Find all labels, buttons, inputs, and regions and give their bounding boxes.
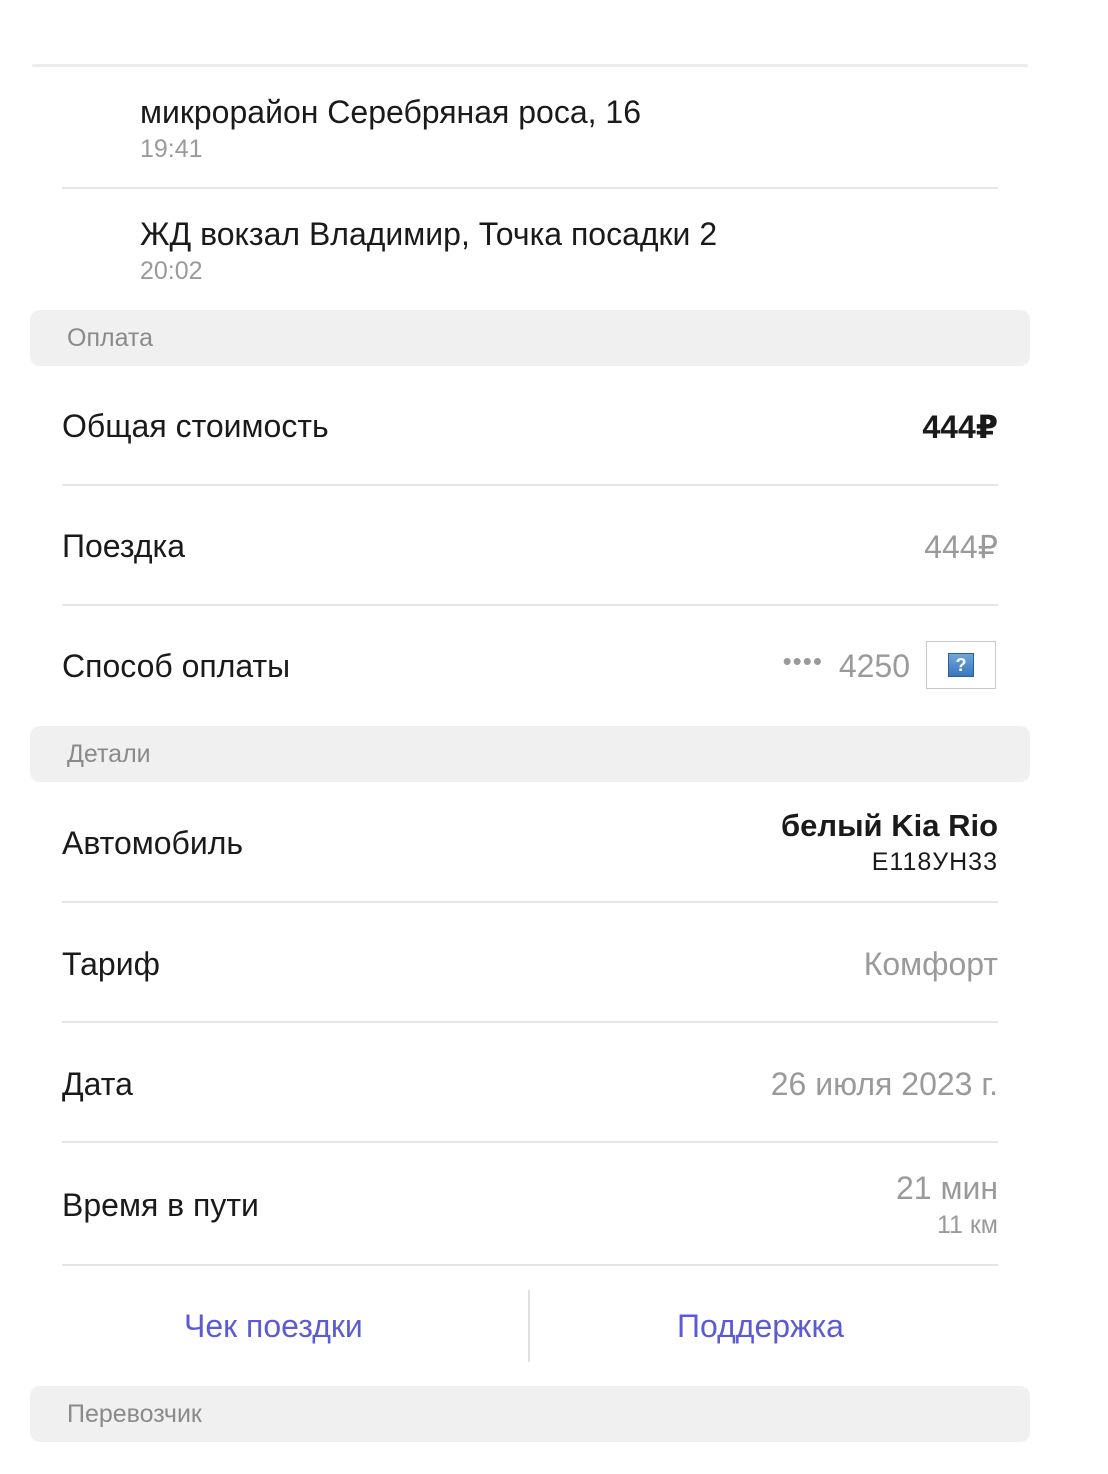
tariff-value: Комфорт <box>863 946 998 982</box>
carrier-section-header: Перевозчик <box>30 1386 1030 1442</box>
row-divider <box>62 604 998 606</box>
payment-method-label: Способ оплаты <box>62 648 291 684</box>
carrier-section-title: Перевозчик <box>67 1400 202 1428</box>
travel-distance: 11 км <box>936 1211 998 1239</box>
travel-time-label: Время в пути <box>62 1187 259 1223</box>
date-label: Дата <box>62 1066 133 1102</box>
travel-duration: 21 мин <box>895 1170 998 1206</box>
support-link[interactable]: Поддержка <box>677 1308 844 1345</box>
car-name: белый Kia Rio <box>780 808 998 843</box>
dropoff-time: 20:02 <box>140 257 203 285</box>
top-divider <box>32 64 1028 67</box>
route-stop-pickup: микрорайон Серебряная роса, 16 19:41 <box>140 94 641 164</box>
car-plate: Е118УН33 <box>871 848 998 876</box>
ride-value: 444₽ <box>924 529 998 565</box>
total-cost-value: 444₽ <box>922 409 998 445</box>
actions-divider <box>528 1290 530 1362</box>
dropoff-address: ЖД вокзал Владимир, Точка посадки 2 <box>140 216 718 252</box>
details-section-title: Детали <box>67 740 151 768</box>
question-mark-icon: ? <box>948 653 974 677</box>
pickup-time: 19:41 <box>140 135 203 163</box>
details-section-header: Детали <box>30 726 1030 782</box>
car-label: Автомобиль <box>62 825 244 861</box>
unknown-card-icon: ? <box>926 641 996 689</box>
receipt-link[interactable]: Чек поездки <box>184 1308 363 1345</box>
card-mask-dots: •••• <box>782 646 823 676</box>
row-divider <box>62 484 998 486</box>
card-last-digits: 4250 <box>838 648 910 684</box>
row-divider <box>62 1141 998 1143</box>
row-divider <box>62 1264 998 1266</box>
pickup-address: микрорайон Серебряная роса, 16 <box>140 94 641 130</box>
date-value: 26 июля 2023 г. <box>770 1066 998 1102</box>
row-divider <box>62 901 998 903</box>
tariff-label: Тариф <box>62 946 160 982</box>
ride-label: Поездка <box>62 528 186 564</box>
total-cost-label: Общая стоимость <box>62 408 329 444</box>
payment-section-title: Оплата <box>67 324 153 352</box>
payment-section-header: Оплата <box>30 310 1030 366</box>
row-divider <box>62 1021 998 1023</box>
route-stop-dropoff: ЖД вокзал Владимир, Точка посадки 2 20:0… <box>140 216 717 286</box>
route-divider <box>62 187 998 189</box>
